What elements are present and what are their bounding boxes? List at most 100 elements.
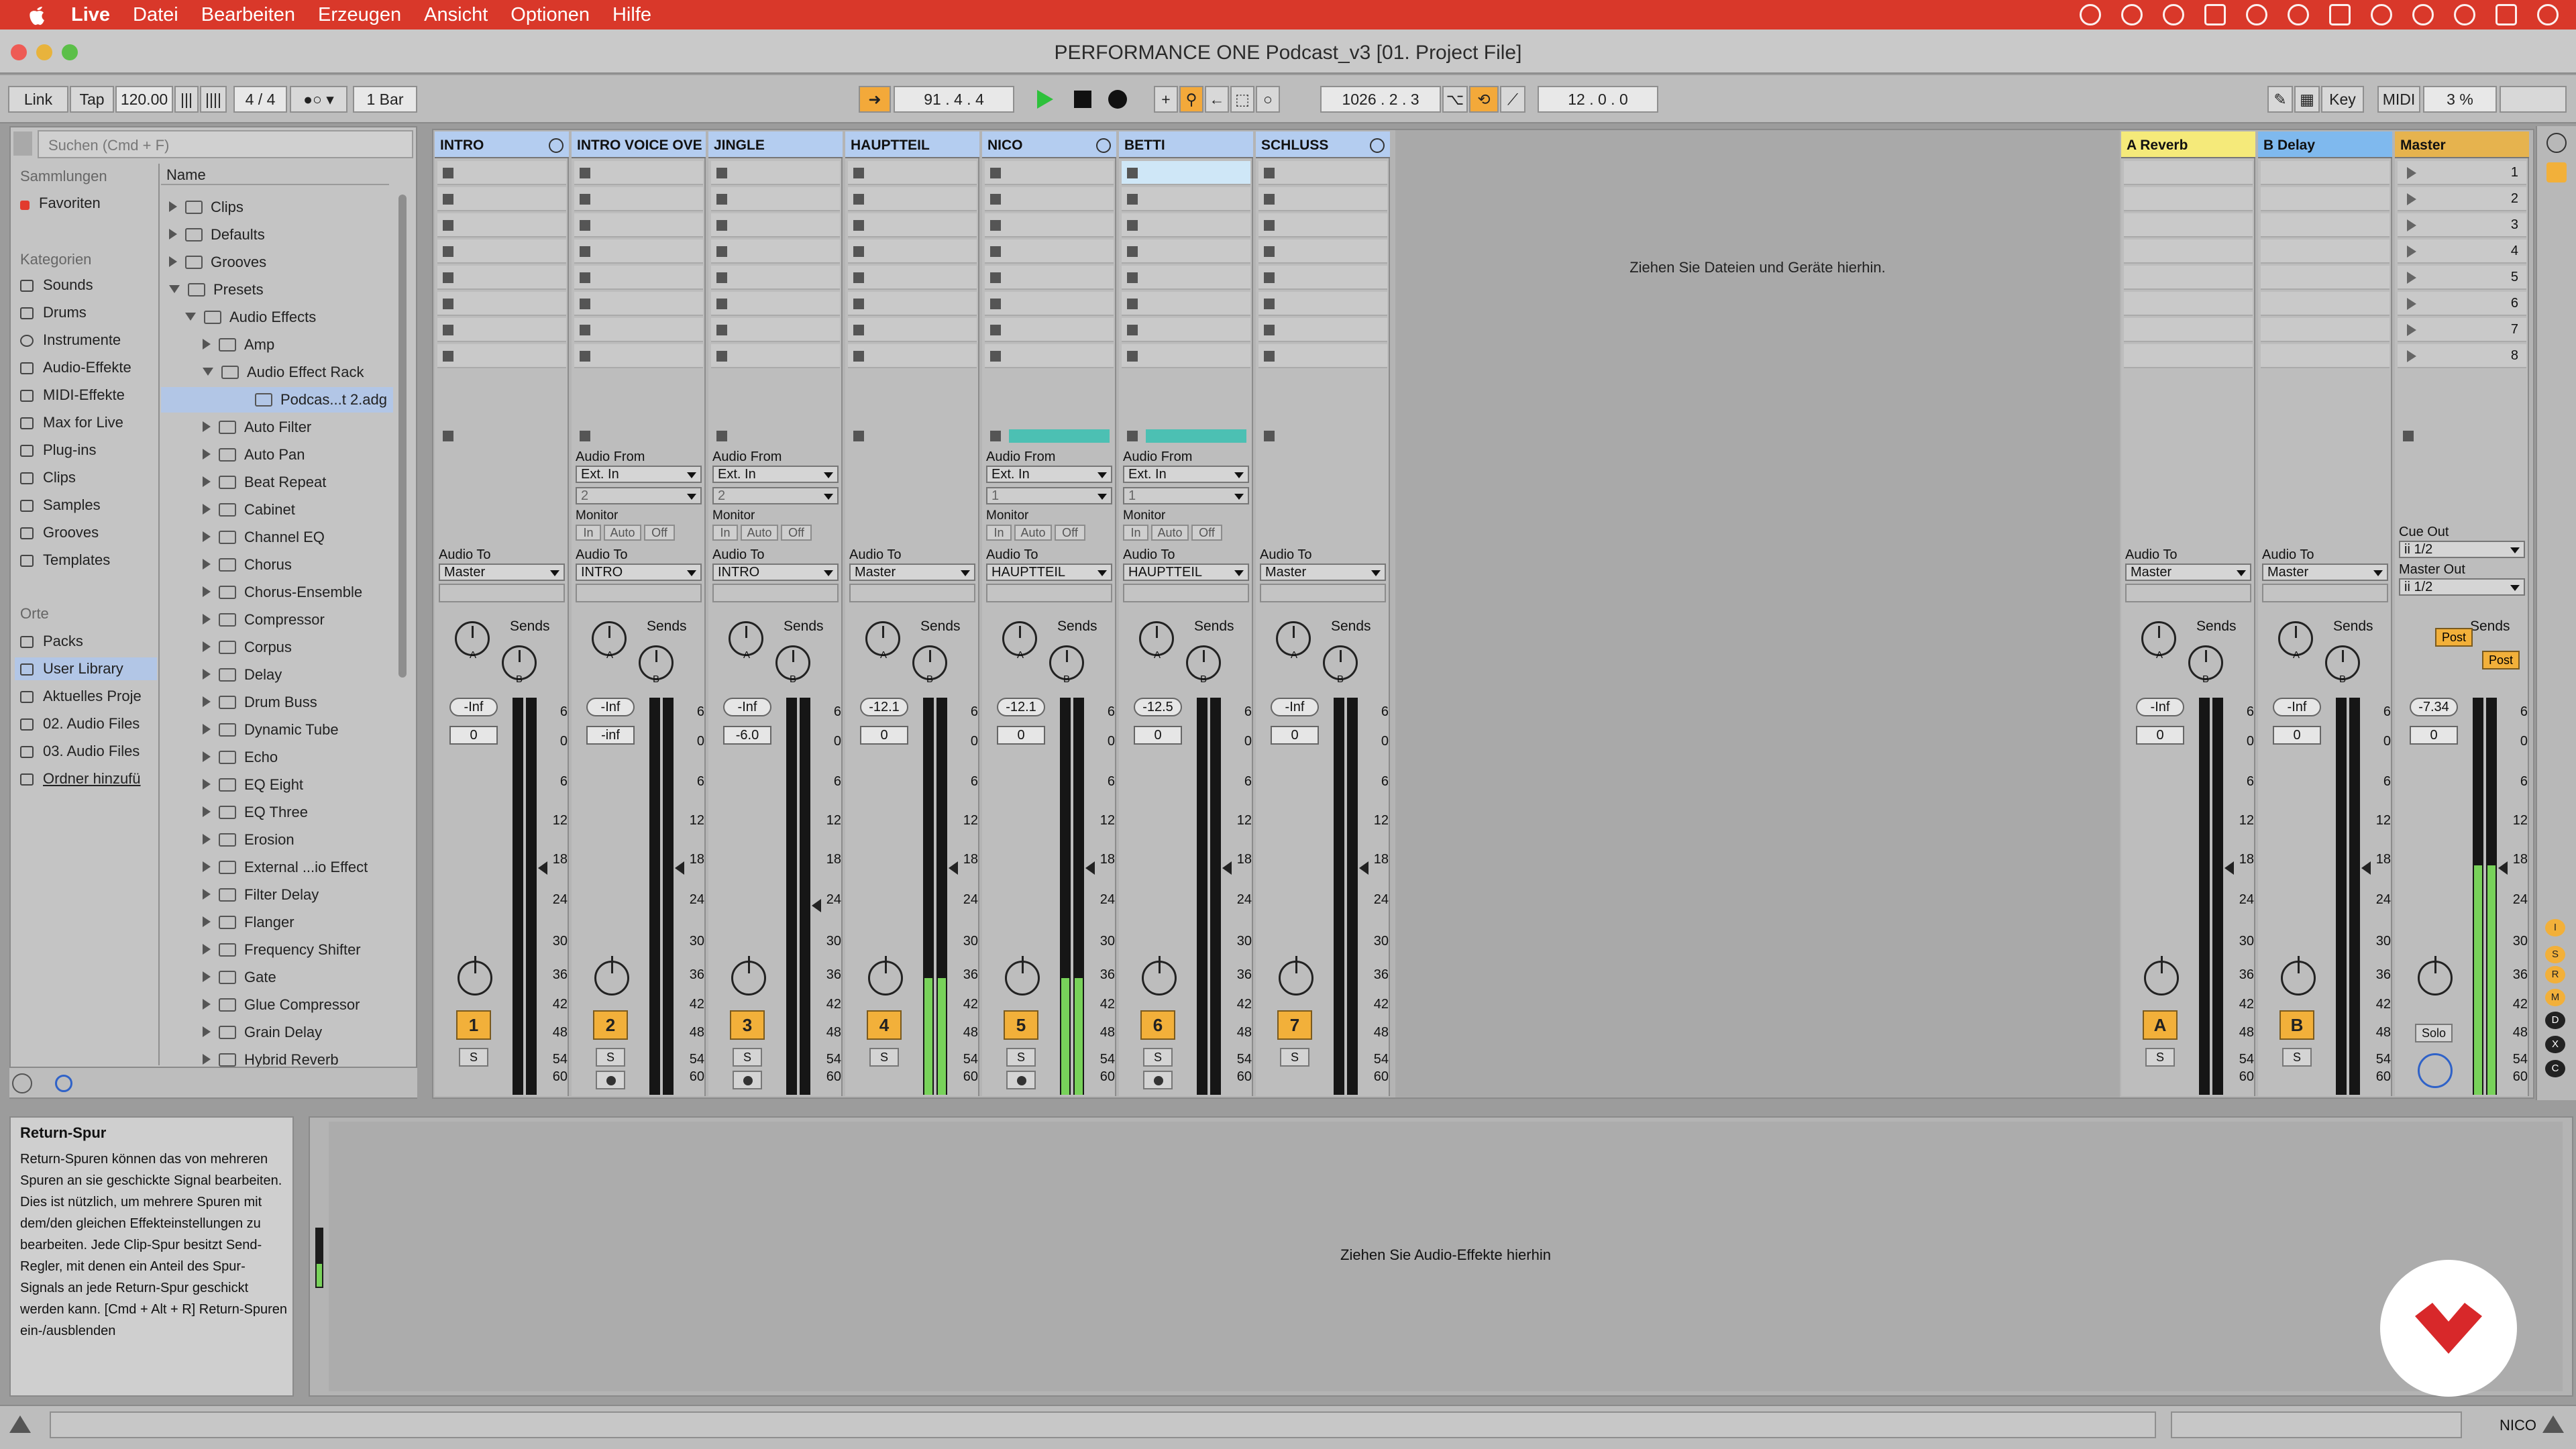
metronome-icon[interactable]: ●○ ▾: [290, 86, 347, 113]
scene-launch-icon[interactable]: [2407, 350, 2416, 362]
volume-field[interactable]: -Inf: [723, 698, 771, 716]
track-stop-icon[interactable]: [853, 431, 864, 441]
group-fold-icon[interactable]: [1096, 138, 1111, 153]
scene-launch[interactable]: 6: [2398, 292, 2526, 316]
clip-stop-icon[interactable]: [853, 194, 864, 205]
sidebar-item-audio-files-03[interactable]: 03. Audio Files: [20, 743, 140, 760]
clip-stop-icon[interactable]: [1264, 246, 1275, 257]
cue-volume-knob[interactable]: [2418, 956, 2453, 996]
clip-stop-icon[interactable]: [990, 325, 1001, 335]
pan-field[interactable]: -6.0: [723, 726, 771, 745]
browser-item[interactable]: Chorus-Ensemble: [203, 580, 362, 605]
clip-stop-icon[interactable]: [580, 194, 590, 205]
pan-field[interactable]: 0: [2273, 726, 2321, 745]
browser-item[interactable]: Amp: [203, 332, 274, 358]
solo-button[interactable]: S: [459, 1048, 488, 1067]
key-map-button[interactable]: Key: [2321, 86, 2364, 113]
clip-slot[interactable]: [574, 344, 703, 368]
record-arm-button[interactable]: [596, 1071, 625, 1089]
stop-button[interactable]: [1065, 86, 1100, 113]
track-activator-button[interactable]: 7: [1277, 1010, 1312, 1040]
expanded-arrow-icon[interactable]: [169, 285, 180, 293]
collapsed-arrow-icon[interactable]: [203, 614, 211, 625]
collapsed-arrow-icon[interactable]: [203, 834, 211, 845]
collapsed-arrow-icon[interactable]: [203, 641, 211, 652]
clip-slot[interactable]: [848, 239, 977, 264]
collapsed-arrow-icon[interactable]: [203, 669, 211, 680]
crossfader-toggle-icon[interactable]: X: [2545, 1036, 2565, 1053]
add-folder-link[interactable]: Ordner hinzufü: [20, 770, 141, 788]
clip-stop-icon[interactable]: [716, 325, 727, 335]
loop-start-field[interactable]: 1026 . 2 . 3: [1320, 86, 1441, 113]
audio-from-select[interactable]: Ext. In: [986, 466, 1112, 483]
browser-item[interactable]: Audio Effects: [185, 305, 316, 330]
punch-in-icon[interactable]: ⌥: [1442, 86, 1468, 113]
collapsed-arrow-icon[interactable]: [203, 971, 211, 982]
send-b-post-button[interactable]: Post: [2482, 651, 2520, 669]
track-header[interactable]: HAUPTTEIL: [845, 131, 979, 158]
clip-slot[interactable]: [2124, 292, 2253, 316]
audio-to-select[interactable]: INTRO: [712, 564, 839, 581]
track-header[interactable]: NICO: [982, 131, 1116, 158]
clip-stop-icon[interactable]: [443, 168, 453, 178]
scene-launch-icon[interactable]: [2407, 298, 2416, 310]
clip-slot[interactable]: [1122, 239, 1250, 264]
nudge-down-icon[interactable]: |||: [174, 86, 199, 113]
sidebar-item-instrumente[interactable]: Instrumente: [20, 331, 121, 349]
pan-knob[interactable]: [868, 956, 903, 996]
track-header[interactable]: INTRO VOICE OVE: [572, 131, 706, 158]
scene-launch[interactable]: 8: [2398, 344, 2526, 368]
wifi-icon[interactable]: [2371, 4, 2392, 25]
scene-launch-icon[interactable]: [2407, 272, 2416, 284]
display-icon[interactable]: [2204, 4, 2226, 25]
clip-stop-icon[interactable]: [580, 168, 590, 178]
track-activator-button[interactable]: 5: [1004, 1010, 1038, 1040]
scene-launch[interactable]: 7: [2398, 318, 2526, 342]
pan-field[interactable]: 0: [1271, 726, 1319, 745]
browser-item[interactable]: Defaults: [169, 222, 265, 248]
creative-cloud-icon[interactable]: [2080, 4, 2101, 25]
clip-slot[interactable]: [985, 213, 1114, 237]
collapsed-arrow-icon[interactable]: [203, 889, 211, 900]
returns-toggle-icon[interactable]: R: [2545, 966, 2565, 983]
clip-stop-icon[interactable]: [1264, 299, 1275, 309]
monitor-auto-button[interactable]: Auto: [741, 525, 778, 541]
solo-button[interactable]: S: [1280, 1048, 1309, 1067]
mixer-toggle-icon[interactable]: M: [2545, 989, 2565, 1006]
clip-stop-icon[interactable]: [990, 220, 1001, 231]
collapsed-arrow-icon[interactable]: [203, 751, 211, 762]
collapsed-arrow-icon[interactable]: [203, 559, 211, 570]
collapsed-arrow-icon[interactable]: [203, 1054, 211, 1065]
clip-stop-icon[interactable]: [990, 194, 1001, 205]
volume-field[interactable]: -Inf: [586, 698, 635, 716]
collapsed-arrow-icon[interactable]: [203, 449, 211, 460]
pan-knob[interactable]: [1005, 956, 1040, 996]
clip-slot[interactable]: [985, 239, 1114, 264]
scene-launch-icon[interactable]: [2407, 167, 2416, 179]
clip-slot[interactable]: [1122, 318, 1250, 342]
pan-knob[interactable]: [1142, 956, 1177, 996]
clip-stop-icon[interactable]: [580, 299, 590, 309]
sidebar-item-audio-effekte[interactable]: Audio-Effekte: [20, 359, 131, 376]
monitor-auto-button[interactable]: Auto: [1014, 525, 1052, 541]
clip-slot[interactable]: [985, 344, 1114, 368]
sidebar-item-audio-files-02[interactable]: 02. Audio Files: [20, 715, 140, 733]
send-a-post-button[interactable]: Post: [2435, 628, 2473, 647]
track-activator-button[interactable]: 4: [867, 1010, 902, 1040]
browser-item[interactable]: Drum Buss: [203, 690, 317, 715]
solo-button[interactable]: S: [1006, 1048, 1036, 1067]
audio-from-select[interactable]: Ext. In: [712, 466, 839, 483]
volume-field[interactable]: -Inf: [1271, 698, 1319, 716]
clip-stop-icon[interactable]: [853, 168, 864, 178]
clip-slot[interactable]: [437, 187, 566, 211]
clip-slot[interactable]: [711, 213, 840, 237]
collapsed-arrow-icon[interactable]: [203, 999, 211, 1010]
browser-item[interactable]: Filter Delay: [203, 882, 319, 908]
clip-slot[interactable]: [2261, 292, 2390, 316]
sidebar-item-plug-ins[interactable]: Plug-ins: [20, 441, 96, 459]
clip-stop-icon[interactable]: [716, 220, 727, 231]
clip-slot[interactable]: [1258, 266, 1387, 290]
clip-slot[interactable]: [1258, 239, 1387, 264]
clip-slot[interactable]: [2261, 213, 2390, 237]
collapsed-arrow-icon[interactable]: [203, 1026, 211, 1037]
